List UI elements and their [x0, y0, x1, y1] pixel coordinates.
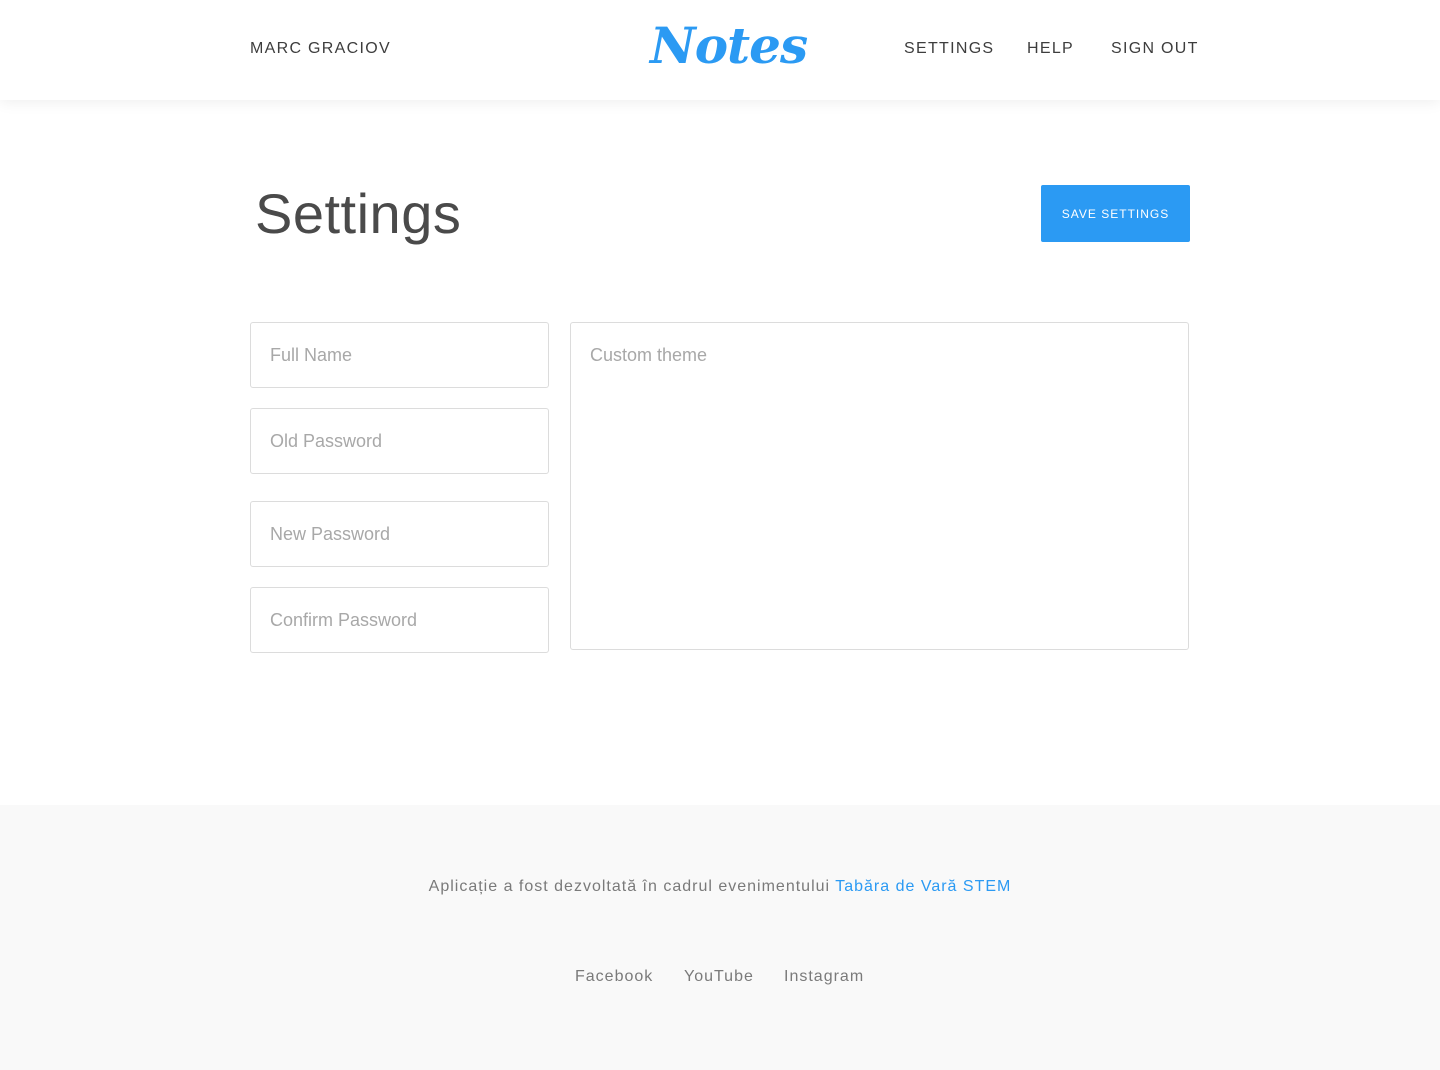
save-settings-button[interactable]: SAVE SETTINGS	[1041, 185, 1190, 242]
new-password-input[interactable]	[250, 501, 549, 567]
notes-logo[interactable]: Notes	[650, 14, 808, 78]
footer: Aplicație a fost dezvoltată în cadrul ev…	[0, 805, 1440, 1070]
confirm-password-input[interactable]	[250, 587, 549, 653]
full-name-input[interactable]	[250, 322, 549, 388]
youtube-link[interactable]: YouTube	[684, 968, 754, 986]
page-title: Settings	[255, 182, 462, 245]
footer-credit-text: Aplicație a fost dezvoltată în cadrul ev…	[428, 878, 831, 895]
nav-sign-out-link[interactable]: SIGN OUT	[1111, 40, 1199, 58]
stem-camp-link[interactable]: Tabăra de Vară STEM	[835, 878, 1011, 895]
nav-help-link[interactable]: HELP	[1027, 40, 1074, 58]
instagram-link[interactable]: Instagram	[784, 968, 864, 986]
custom-theme-textarea[interactable]	[570, 322, 1189, 650]
nav-settings-link[interactable]: SETTINGS	[904, 40, 994, 58]
facebook-link[interactable]: Facebook	[575, 968, 653, 986]
top-navbar: MARC GRACIOV Notes SETTINGS HELP SIGN OU…	[0, 0, 1440, 100]
old-password-input[interactable]	[250, 408, 549, 474]
user-name-link[interactable]: MARC GRACIOV	[250, 40, 391, 58]
footer-credit: Aplicație a fost dezvoltată în cadrul ev…	[0, 878, 1440, 896]
